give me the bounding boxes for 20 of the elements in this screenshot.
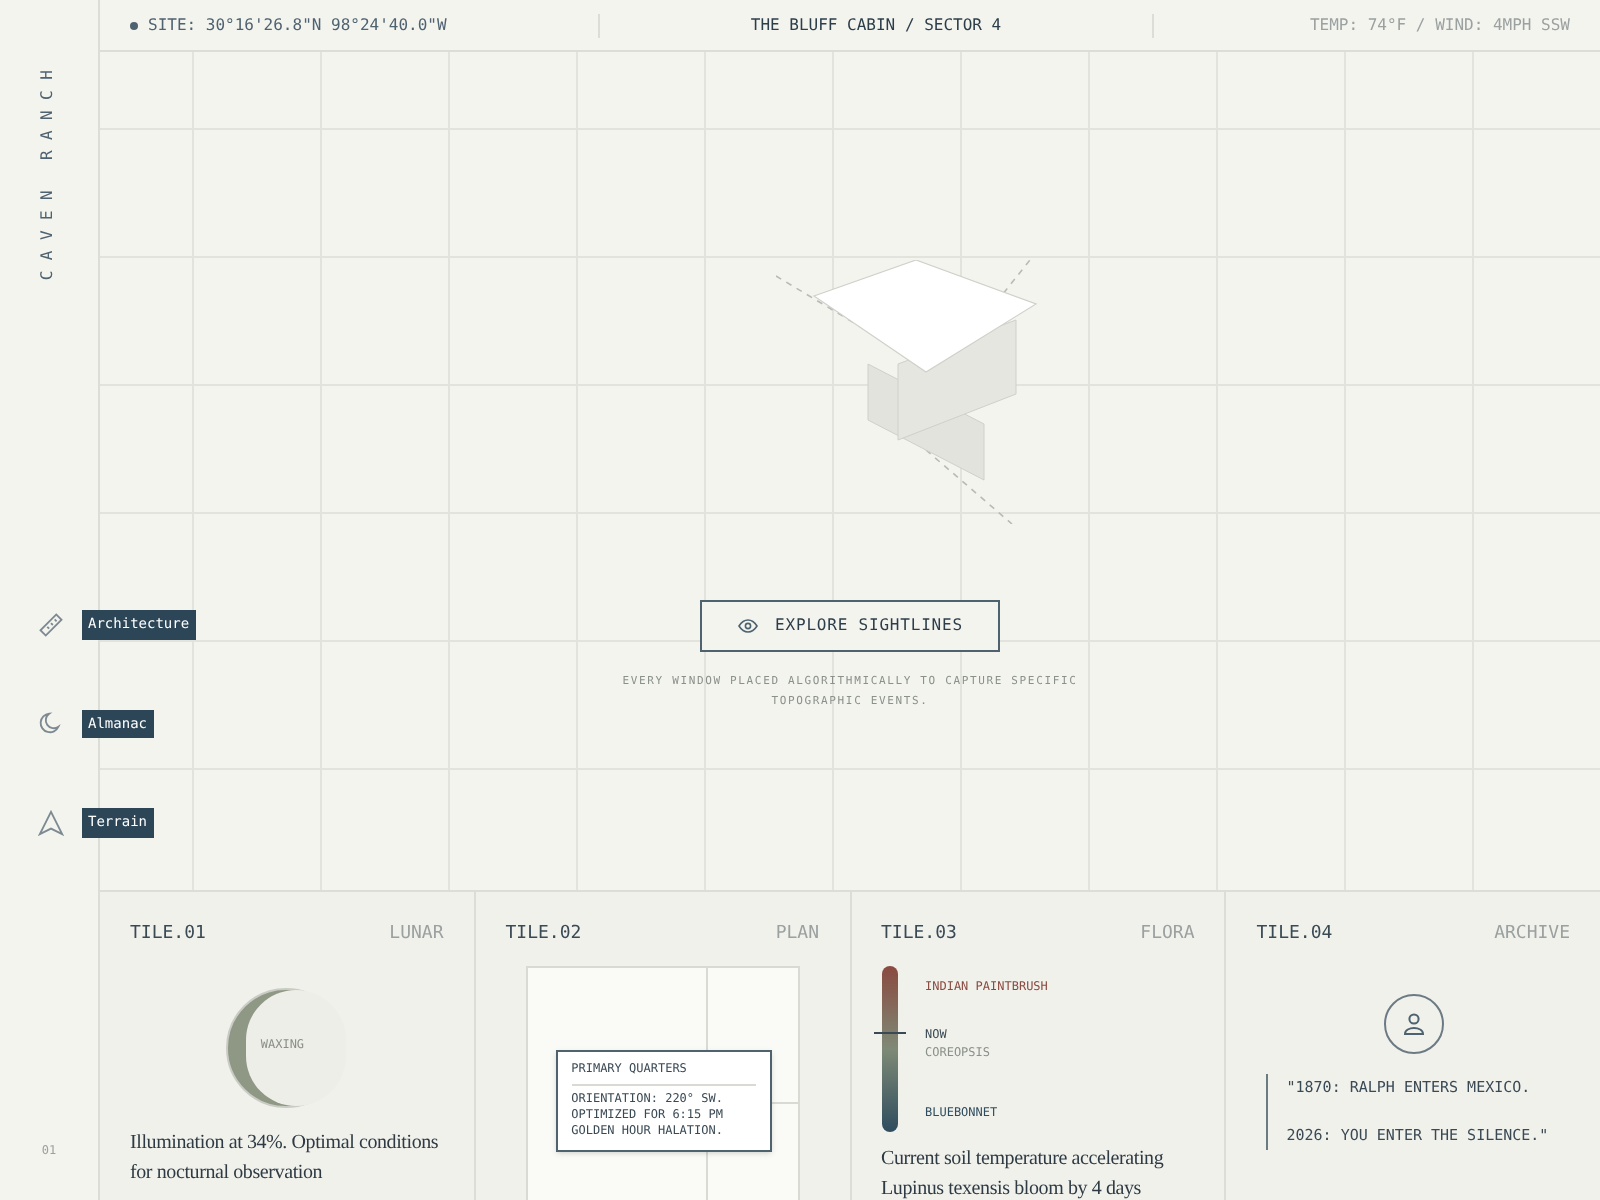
lunar-description: Illumination at 34%. Optimal conditions for nocturnal observation bbox=[130, 1129, 441, 1187]
tile-number: TILE.01 bbox=[130, 922, 206, 948]
weather-readout: TEMP: 74°F / WIND: 4MPH SSW bbox=[1152, 13, 1600, 37]
flora-description: Current soil temperature accelerating Lupinus texensis bloom by 4 days bbox=[881, 1145, 1166, 1200]
tile-category: LUNAR bbox=[389, 922, 444, 948]
tile-category: FLORA bbox=[1140, 922, 1195, 948]
site-coordinates: SITE: 30°16'26.8"N 98°24'40.0"W bbox=[148, 13, 447, 37]
eye-icon bbox=[737, 618, 758, 634]
explore-sightlines-button[interactable]: EXPLORE SIGHTLINES bbox=[700, 600, 1000, 652]
tile-number: TILE.04 bbox=[1256, 922, 1333, 948]
brand-name: CAVEN RANCH bbox=[37, 59, 59, 281]
tile-category: PLAN bbox=[775, 922, 819, 948]
location-title: THE BLUFF CABIN / SECTOR 4 bbox=[748, 13, 1004, 37]
ruler-icon bbox=[38, 611, 64, 638]
tile-number: TILE.02 bbox=[505, 922, 582, 948]
tile-category: ARCHIVE bbox=[1494, 922, 1570, 948]
moon-icon bbox=[38, 710, 64, 737]
person-icon bbox=[1383, 993, 1444, 1053]
tile-number: TILE.03 bbox=[881, 922, 957, 948]
triangle-icon bbox=[38, 809, 64, 836]
